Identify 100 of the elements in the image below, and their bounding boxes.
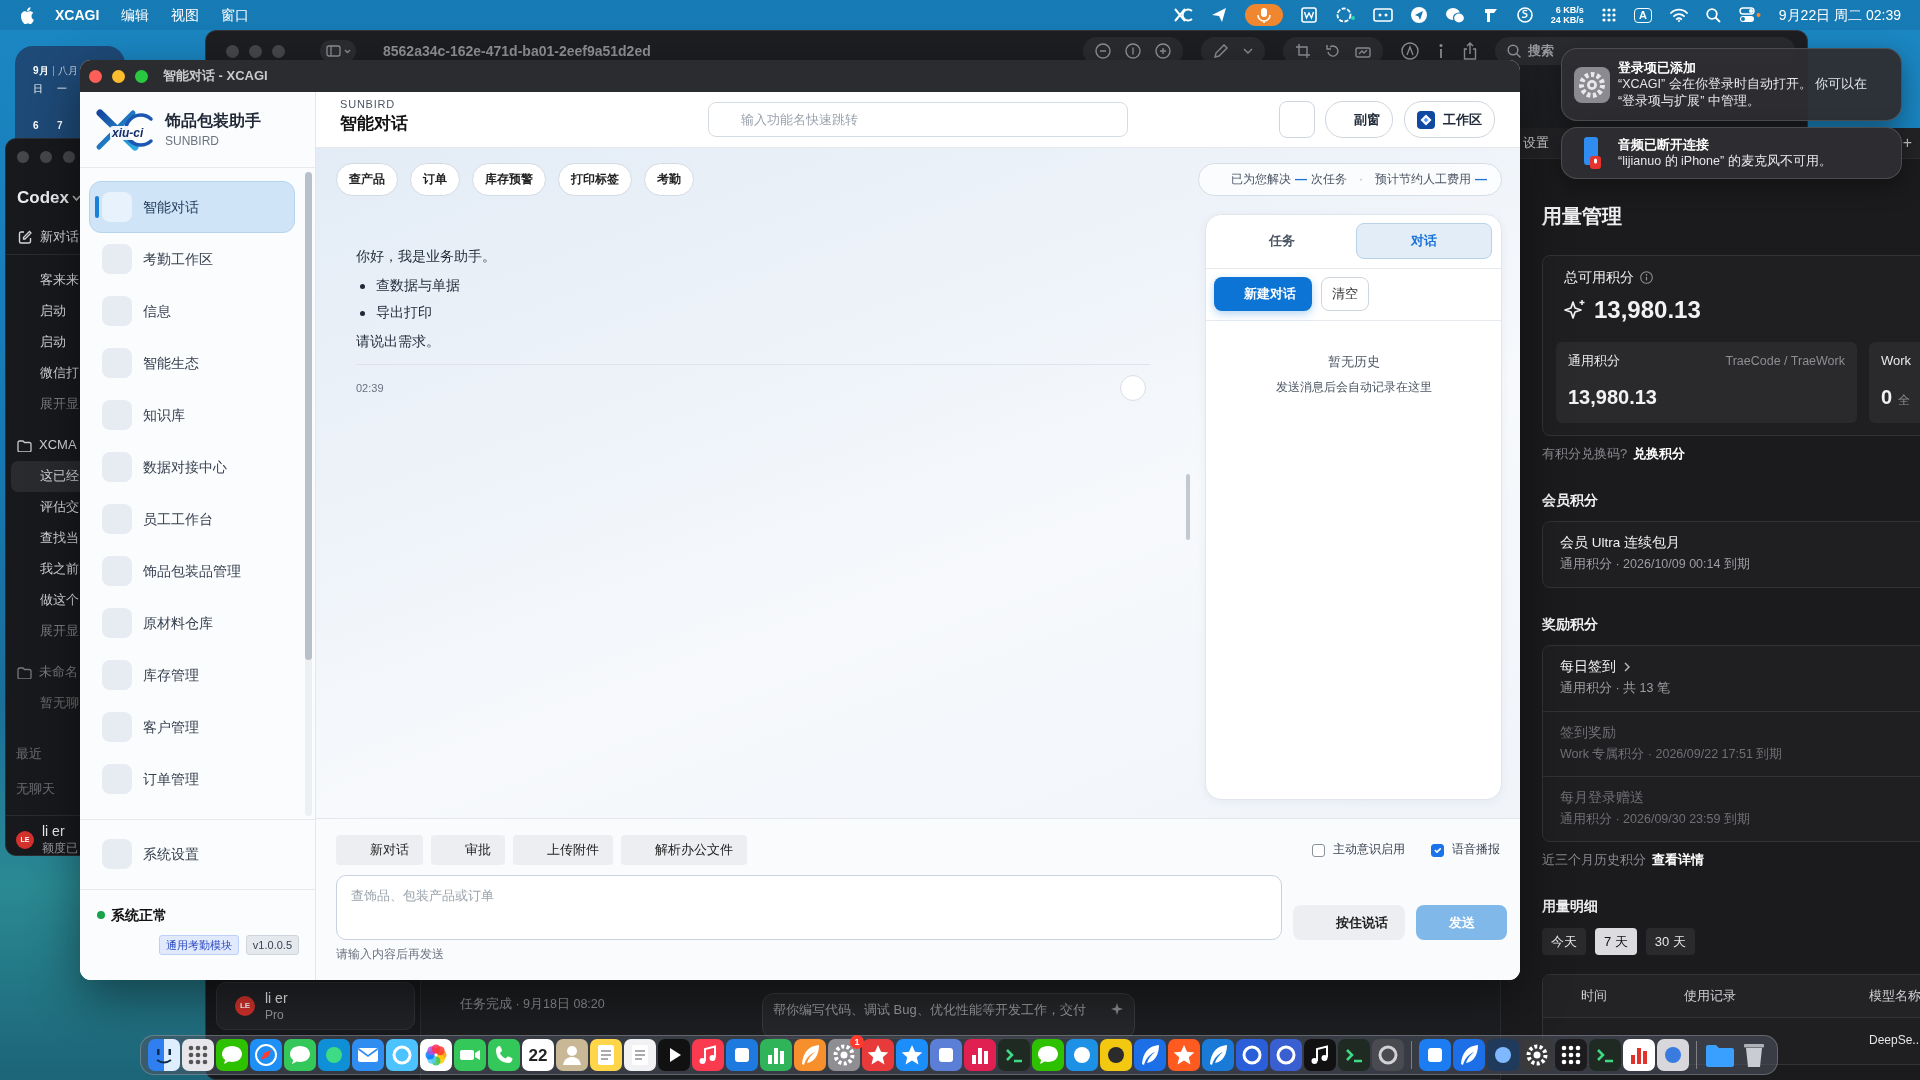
- show-more-link[interactable]: 展开显: [6, 616, 80, 647]
- quick-action-chip[interactable]: 订单: [410, 163, 460, 196]
- nav-item[interactable]: 智能对话: [89, 181, 295, 233]
- rounded-square-icon[interactable]: [1419, 1039, 1451, 1071]
- workspace-button[interactable]: 工作区: [1404, 101, 1495, 138]
- rounded-square-icon[interactable]: [930, 1039, 962, 1071]
- zoom-in-icon[interactable]: [1155, 43, 1171, 59]
- settings-tab[interactable]: 设置: [1523, 134, 1549, 152]
- play-icon[interactable]: [658, 1039, 690, 1071]
- zigzag-box-icon[interactable]: [1300, 7, 1317, 23]
- rounded-square-icon[interactable]: [726, 1039, 758, 1071]
- nav-item[interactable]: 考勤工作区: [89, 233, 295, 285]
- music-note-icon[interactable]: [692, 1039, 724, 1071]
- quick-action-chip[interactable]: 库存预警: [472, 163, 546, 196]
- notification-card[interactable]: 音频已断开连接 “lijianuo 的 iPhone” 的麦克风不可用。: [1561, 127, 1902, 179]
- composer-action-button[interactable]: 审批: [431, 835, 505, 865]
- gear-icon[interactable]: [828, 1039, 860, 1071]
- input-source-indicator[interactable]: A: [1633, 7, 1652, 23]
- tray-icon[interactable]: [1372, 8, 1393, 22]
- notification-card[interactable]: 登录项已添加 “XCAGI” 会在你登录时自动打开。 你可以在 “登录项与扩展” 中管理。: [1561, 48, 1902, 121]
- music-note-icon[interactable]: [1304, 1039, 1336, 1071]
- hold-to-talk-button[interactable]: 按住说话: [1293, 905, 1405, 940]
- chat-bubble-icon[interactable]: [1032, 1039, 1064, 1071]
- checkbox[interactable]: [1431, 843, 1444, 857]
- scrollbar-track[interactable]: [305, 172, 312, 816]
- dot-grid-icon[interactable]: [1555, 1039, 1587, 1071]
- dot-grid-icon[interactable]: [1601, 8, 1616, 22]
- chat-list-item[interactable]: 做这个: [6, 585, 80, 616]
- user-card[interactable]: LE li er Pro: [216, 982, 415, 1030]
- nav-item[interactable]: 数据对接中心: [89, 441, 295, 493]
- crop-icon[interactable]: [1295, 43, 1311, 59]
- circled-bar-icon[interactable]: [1125, 43, 1141, 59]
- composer-action-button[interactable]: 解析办公文件: [621, 835, 747, 865]
- ring-icon[interactable]: [1270, 1039, 1302, 1071]
- info-icon[interactable]: [1640, 270, 1653, 284]
- chat-list-item[interactable]: 客来来: [6, 265, 80, 296]
- nav-item[interactable]: 客户管理: [89, 701, 295, 753]
- chat-list-item[interactable]: 微信打: [6, 358, 80, 389]
- panel-tab[interactable]: 任务: [1214, 223, 1351, 259]
- range-tab[interactable]: 30 天: [1645, 928, 1695, 955]
- checkbox[interactable]: [1312, 843, 1325, 857]
- ring-icon[interactable]: [386, 1039, 418, 1071]
- video-camera-icon[interactable]: [454, 1039, 486, 1071]
- dashed-circle-icon[interactable]: [1334, 6, 1355, 24]
- resize-handle[interactable]: [1185, 474, 1190, 540]
- minimize-button[interactable]: [112, 69, 125, 83]
- bar-chart-icon[interactable]: [964, 1039, 996, 1071]
- scrollbar-thumb[interactable]: [305, 172, 312, 660]
- ring-icon[interactable]: [1372, 1039, 1404, 1071]
- feather-icon[interactable]: [1453, 1039, 1485, 1071]
- ring-icon[interactable]: [1236, 1039, 1268, 1071]
- nav-item[interactable]: 原材料仓库: [89, 597, 295, 649]
- quick-action-chip[interactable]: 查产品: [336, 163, 398, 196]
- menu-item[interactable]: 窗口: [221, 5, 250, 25]
- folder-item[interactable]: XCMA: [6, 430, 80, 461]
- quick-action-chip[interactable]: 考勤: [644, 163, 694, 196]
- nav-item[interactable]: 系统设置: [89, 828, 295, 880]
- new-tab-button[interactable]: +: [1902, 135, 1912, 151]
- circled-caret-icon[interactable]: [1401, 42, 1419, 60]
- prompt-input[interactable]: 帮你编写代码、调试 Bug、优化性能等开发工作，交付: [762, 993, 1135, 1039]
- clear-button[interactable]: 清空: [1321, 277, 1369, 311]
- composer-action-button[interactable]: 上传附件: [513, 835, 613, 865]
- flower-icon[interactable]: [420, 1039, 452, 1071]
- chat-list-item[interactable]: 评估交: [6, 492, 80, 523]
- sidebar-toggle-icon[interactable]: [320, 40, 356, 62]
- notepad-icon[interactable]: [624, 1039, 656, 1071]
- terminal-icon[interactable]: [1338, 1039, 1370, 1071]
- message-input[interactable]: 查饰品、包装产品或订单: [336, 875, 1282, 940]
- chat-list-item[interactable]: 启动: [6, 296, 80, 327]
- range-tab[interactable]: 7 天: [1595, 928, 1637, 955]
- zoom-out-icon[interactable]: [1095, 43, 1111, 59]
- show-more-link[interactable]: 展开显: [6, 389, 80, 420]
- search-icon[interactable]: [1705, 7, 1721, 23]
- chat-list-item[interactable]: 这已经: [11, 461, 80, 492]
- app-menu[interactable]: XCAGI: [55, 5, 100, 25]
- range-tab[interactable]: 今天: [1542, 928, 1586, 955]
- paper-plane-circle-icon[interactable]: [1410, 7, 1427, 23]
- info-icon[interactable]: [1437, 43, 1445, 59]
- chevron-right-icon[interactable]: [1624, 662, 1630, 672]
- chevron-down-icon[interactable]: [71, 195, 81, 201]
- share-icon[interactable]: [1463, 42, 1477, 60]
- composer-action-button[interactable]: 新对话: [336, 835, 423, 865]
- terminal-icon[interactable]: [998, 1039, 1030, 1071]
- nav-item[interactable]: 饰品包装品管理: [89, 545, 295, 597]
- search-icon[interactable]: [1507, 44, 1521, 58]
- chat-list-item[interactable]: 启动: [6, 327, 80, 358]
- side-window-button[interactable]: 副窗: [1325, 101, 1393, 138]
- paper-plane-icon[interactable]: [1210, 7, 1227, 23]
- menu-item[interactable]: 编辑: [121, 5, 150, 25]
- redeem-link[interactable]: 兑换积分: [1633, 444, 1686, 464]
- chat-bubbles-icon[interactable]: [1444, 6, 1465, 24]
- chat-list-item[interactable]: 我之前: [6, 554, 80, 585]
- nav-item[interactable]: 订单管理: [89, 753, 295, 805]
- zoom-button[interactable]: [135, 69, 148, 83]
- menu-item[interactable]: 视图: [171, 5, 200, 25]
- feather-icon[interactable]: [1134, 1039, 1166, 1071]
- chat-list-item[interactable]: 查找当: [6, 523, 80, 554]
- folder-item[interactable]: 未命名: [6, 657, 80, 688]
- dot-grid-icon[interactable]: [182, 1039, 214, 1071]
- close-button[interactable]: [89, 69, 102, 83]
